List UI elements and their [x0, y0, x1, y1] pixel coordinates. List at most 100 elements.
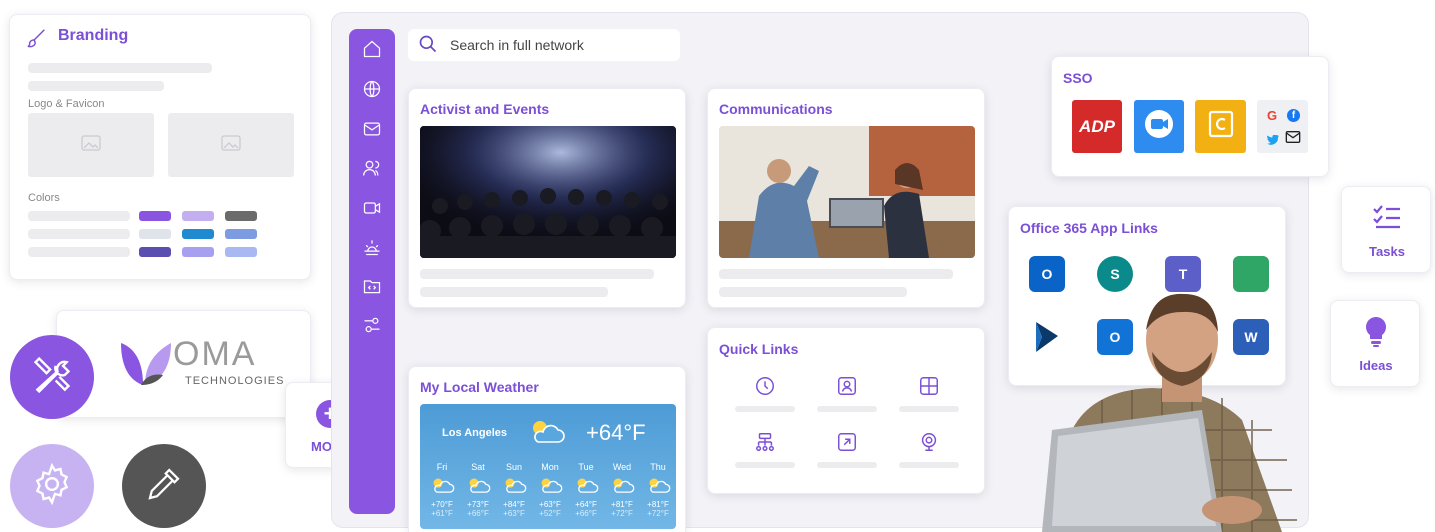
color-swatch[interactable]: [182, 229, 214, 239]
color-swatch[interactable]: [139, 247, 171, 257]
current-temperature: +64°F: [586, 420, 646, 445]
twitter-icon: [1267, 132, 1279, 150]
placeholder-line: [817, 462, 877, 468]
oma-logo-mark: [119, 339, 173, 392]
mail-icon[interactable]: [360, 117, 384, 141]
brush-icon: [26, 27, 48, 54]
search-bar[interactable]: Search in full network: [408, 29, 680, 61]
facebook-icon: f: [1287, 109, 1300, 122]
color-swatch[interactable]: [225, 211, 257, 221]
forecast-day: Sat +73°F +66°F: [460, 462, 496, 518]
video-icon[interactable]: [360, 196, 384, 220]
forecast-day-name: Fri: [436, 462, 448, 472]
weather-widget[interactable]: Los Angeles +64°F Fri +70°F +61°F Sat +73°F +…: [420, 404, 676, 529]
forecast-day-name: Tue: [578, 462, 594, 472]
adp-app-button[interactable]: ADP: [1072, 100, 1122, 153]
forecast-day: Mon +63°F +52°F: [532, 462, 568, 518]
c-app-icon: [1207, 109, 1235, 144]
weather-city: Los Angeles: [442, 427, 507, 439]
globe-icon[interactable]: [360, 77, 384, 101]
office-title: Office 365 App Links: [1020, 220, 1158, 236]
placeholder-line: [735, 406, 795, 412]
communications-title: Communications: [719, 101, 833, 117]
contact-icon[interactable]: [835, 374, 859, 398]
color-swatch[interactable]: [139, 211, 171, 221]
partly-cloudy-icon: [532, 474, 568, 500]
tools-button[interactable]: [10, 335, 94, 419]
envelope-icon: [1285, 130, 1301, 149]
sunrise-icon[interactable]: [360, 235, 384, 259]
search-icon: [418, 34, 438, 57]
partly-cloudy-icon: [424, 474, 460, 500]
wrench-screwdriver-icon: [30, 353, 74, 402]
search-placeholder: Search in full network: [450, 37, 584, 53]
forecast-day: Tue +64°F +66°F: [568, 462, 604, 518]
logo-label: Logo & Favicon: [28, 98, 105, 110]
forecast-low: +72°F: [647, 509, 669, 518]
social-login-button[interactable]: G f: [1257, 100, 1308, 153]
company-name: OMA: [173, 335, 257, 373]
code-folder-icon[interactable]: [360, 274, 384, 298]
color-swatch[interactable]: [225, 247, 257, 257]
colors-label: Colors: [28, 192, 60, 204]
ideas-card[interactable]: Ideas: [1330, 300, 1420, 387]
sso-card: SSO ADP G f: [1051, 56, 1329, 177]
external-link-icon[interactable]: [835, 430, 859, 454]
settings-button[interactable]: [10, 444, 94, 528]
quick-links-card: Quick Links: [707, 327, 985, 494]
sso-title: SSO: [1063, 70, 1093, 86]
users-icon[interactable]: [360, 156, 384, 180]
forecast-day-name: Mon: [541, 462, 559, 472]
quick-links-title: Quick Links: [719, 341, 799, 357]
tasks-card[interactable]: Tasks: [1341, 186, 1431, 273]
forecast-low: +66°F: [467, 509, 489, 518]
placeholder-line: [28, 81, 164, 91]
webcam-icon[interactable]: [917, 430, 941, 454]
sitemap-icon[interactable]: [753, 430, 777, 454]
clock-icon[interactable]: [753, 374, 777, 398]
color-swatch[interactable]: [225, 229, 257, 239]
placeholder-line: [420, 269, 654, 279]
forecast-day: Wed +81°F +72°F: [604, 462, 640, 518]
home-icon[interactable]: [360, 37, 384, 61]
partly-cloudy-icon: [568, 474, 604, 500]
google-icon: G: [1267, 108, 1278, 123]
placeholder-line: [817, 406, 877, 412]
grid-icon[interactable]: [917, 374, 941, 398]
checklist-icon: [1372, 204, 1402, 235]
company-logo-card: OMA TECHNOLOGIES: [56, 310, 311, 418]
color-picker-button[interactable]: [122, 444, 206, 528]
image-icon: [81, 134, 101, 156]
weather-card: My Local Weather Los Angeles +64°F Fri +7…: [408, 366, 686, 532]
placeholder-line: [28, 63, 212, 73]
forecast-high: +81°F: [611, 500, 633, 509]
event-photo[interactable]: [420, 126, 676, 258]
communications-card: Communications: [707, 88, 985, 308]
color-swatch[interactable]: [139, 229, 171, 239]
placeholder-line: [420, 287, 608, 297]
logo-upload[interactable]: [28, 113, 154, 177]
branding-card: Branding Logo & Favicon Colors: [9, 14, 311, 280]
zoom-camera-icon: [1143, 108, 1175, 145]
toggles-icon[interactable]: [360, 313, 384, 337]
placeholder-line: [719, 269, 953, 279]
color-swatch[interactable]: [182, 211, 214, 221]
calendar-app-button[interactable]: [1195, 100, 1246, 153]
placeholder-line: [899, 406, 959, 412]
partly-cloudy-icon: [604, 474, 640, 500]
forecast-low: +66°F: [575, 509, 597, 518]
forecast-high: +70°F: [431, 500, 453, 509]
forecast-day-name: Sat: [471, 462, 485, 472]
color-swatch[interactable]: [182, 247, 214, 257]
zoom-app-button[interactable]: [1134, 100, 1184, 153]
forecast-day-name: Thu: [650, 462, 666, 472]
communications-photo[interactable]: [719, 126, 975, 258]
forecast-day-name: Sun: [505, 462, 522, 472]
ideas-label: Ideas: [1359, 358, 1393, 373]
favicon-upload[interactable]: [168, 113, 294, 177]
partly-cloudy-icon: [496, 474, 532, 500]
forecast-low: +72°F: [611, 509, 633, 518]
forecast-high: +84°F: [503, 500, 525, 509]
color-row-label: [28, 247, 130, 257]
forecast-day: Sun +84°F +63°F: [496, 462, 532, 518]
